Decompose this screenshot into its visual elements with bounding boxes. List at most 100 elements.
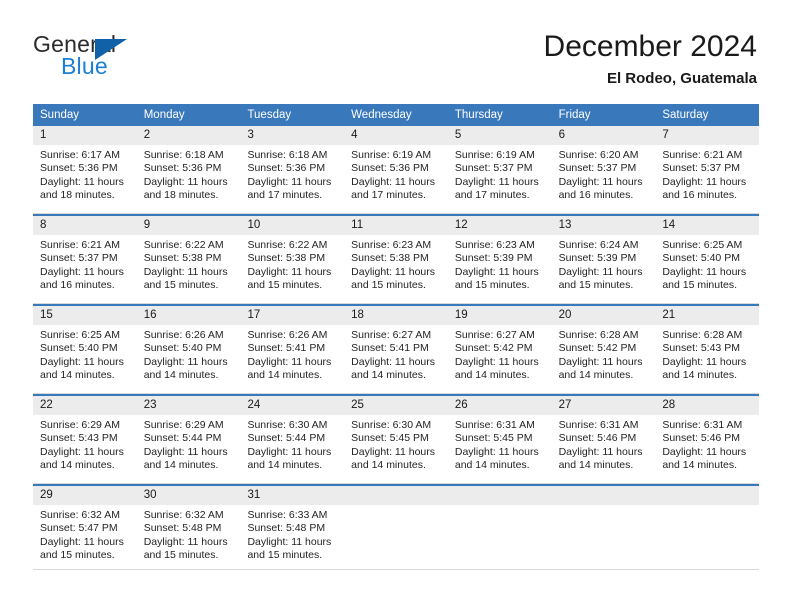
day-number: 19: [447, 306, 552, 325]
sunrise-text: Sunrise: 6:23 AM: [351, 239, 432, 251]
daylight-text-line2: and 15 minutes.: [143, 549, 219, 562]
day-number: 5: [447, 126, 552, 145]
day-info: Sunrise: 6:26 AM Sunset: 5:40 PM Dayligh…: [137, 325, 241, 389]
daylight-text-line1: Daylight: 11 hours: [351, 355, 436, 368]
sunrise-text: Sunrise: 6:29 AM: [40, 419, 120, 431]
sunset-text: Sunset: 5:47 PM: [40, 522, 118, 535]
day-cell[interactable]: 30 Sunrise: 6:32 AM Sunset: 5:48 PM Dayl…: [136, 486, 241, 570]
generalblue-logo[interactable]: General Blue: [33, 33, 233, 88]
sunset-text: Sunset: 5:41 PM: [351, 342, 429, 355]
day-cell[interactable]: 26 Sunrise: 6:31 AM Sunset: 5:45 PM Dayl…: [447, 396, 552, 484]
day-cell-empty: [551, 486, 656, 570]
daylight-text-line1: Daylight: 11 hours: [40, 445, 124, 458]
daylight-text-line1: Daylight: 11 hours: [351, 175, 436, 188]
day-cell[interactable]: 4 Sunrise: 6:19 AM Sunset: 5:36 PM Dayli…: [344, 126, 448, 214]
sunset-text: Sunset: 5:38 PM: [143, 252, 222, 265]
day-cell[interactable]: 24 Sunrise: 6:30 AM Sunset: 5:44 PM Dayl…: [240, 396, 345, 484]
day-info: Sunrise: 6:28 AM Sunset: 5:42 PM Dayligh…: [552, 325, 656, 389]
sunrise-text: Sunrise: 6:32 AM: [40, 509, 120, 521]
day-cell[interactable]: 13 Sunrise: 6:24 AM Sunset: 5:39 PM Dayl…: [551, 216, 656, 304]
daylight-text-line2: and 16 minutes.: [558, 189, 634, 202]
day-cell[interactable]: 9 Sunrise: 6:22 AM Sunset: 5:38 PM Dayli…: [136, 216, 241, 304]
day-number: 18: [344, 306, 448, 325]
sunrise-text: Sunrise: 6:33 AM: [247, 509, 328, 521]
daylight-text-line2: and 14 minutes.: [351, 369, 426, 382]
daylight-text-line1: Daylight: 11 hours: [454, 175, 539, 188]
day-number: [551, 486, 656, 505]
sunrise-text: Sunrise: 6:20 AM: [558, 149, 639, 161]
daylight-text-line2: and 18 minutes.: [143, 189, 219, 202]
daylight-text-line2: and 16 minutes.: [40, 279, 115, 292]
day-cell-empty: [447, 486, 552, 570]
day-cell[interactable]: 10 Sunrise: 6:22 AM Sunset: 5:38 PM Dayl…: [240, 216, 345, 304]
day-info: Sunrise: 6:29 AM Sunset: 5:44 PM Dayligh…: [137, 415, 241, 479]
day-cell[interactable]: 2 Sunrise: 6:18 AM Sunset: 5:36 PM Dayli…: [136, 126, 241, 214]
day-cell[interactable]: 25 Sunrise: 6:30 AM Sunset: 5:45 PM Dayl…: [344, 396, 448, 484]
day-cell[interactable]: 5 Sunrise: 6:19 AM Sunset: 5:37 PM Dayli…: [447, 126, 552, 214]
day-info: Sunrise: 6:19 AM Sunset: 5:37 PM Dayligh…: [448, 145, 552, 209]
sunrise-text: Sunrise: 6:29 AM: [143, 419, 224, 431]
calendar-grid: Sunday Monday Tuesday Wednesday Thursday…: [33, 104, 760, 570]
daylight-text-line2: and 14 minutes.: [247, 459, 323, 472]
daylight-text-line1: Daylight: 11 hours: [143, 445, 228, 458]
day-cell[interactable]: 7 Sunrise: 6:21 AM Sunset: 5:37 PM Dayli…: [655, 126, 760, 214]
day-cell[interactable]: 29 Sunrise: 6:32 AM Sunset: 5:47 PM Dayl…: [33, 486, 137, 570]
sunrise-text: Sunrise: 6:32 AM: [143, 509, 224, 521]
sunset-text: Sunset: 5:41 PM: [247, 342, 326, 355]
sunrise-text: Sunrise: 6:17 AM: [40, 149, 120, 161]
day-cell[interactable]: 15 Sunrise: 6:25 AM Sunset: 5:40 PM Dayl…: [33, 306, 137, 394]
daylight-text-line2: and 15 minutes.: [558, 279, 634, 292]
daylight-text-line2: and 17 minutes.: [454, 189, 530, 202]
daylight-text-line2: and 14 minutes.: [143, 459, 219, 472]
day-cell[interactable]: 21 Sunrise: 6:28 AM Sunset: 5:43 PM Dayl…: [655, 306, 760, 394]
day-cell[interactable]: 14 Sunrise: 6:25 AM Sunset: 5:40 PM Dayl…: [655, 216, 760, 304]
day-number: 6: [551, 126, 656, 145]
day-cell[interactable]: 19 Sunrise: 6:27 AM Sunset: 5:42 PM Dayl…: [447, 306, 552, 394]
sunset-text: Sunset: 5:36 PM: [143, 162, 222, 175]
day-cell[interactable]: 22 Sunrise: 6:29 AM Sunset: 5:43 PM Dayl…: [33, 396, 137, 484]
day-info: Sunrise: 6:30 AM Sunset: 5:45 PM Dayligh…: [344, 415, 448, 479]
daylight-text-line2: and 14 minutes.: [558, 369, 634, 382]
sunrise-text: Sunrise: 6:19 AM: [351, 149, 432, 161]
daylight-text-line1: Daylight: 11 hours: [40, 175, 124, 188]
day-cell[interactable]: 1 Sunrise: 6:17 AM Sunset: 5:36 PM Dayli…: [33, 126, 137, 214]
day-cell[interactable]: 31 Sunrise: 6:33 AM Sunset: 5:48 PM Dayl…: [240, 486, 345, 570]
sunrise-text: Sunrise: 6:31 AM: [558, 419, 639, 431]
day-number: 25: [344, 396, 448, 415]
day-info: Sunrise: 6:29 AM Sunset: 5:43 PM Dayligh…: [33, 415, 137, 479]
day-cell[interactable]: 27 Sunrise: 6:31 AM Sunset: 5:46 PM Dayl…: [551, 396, 656, 484]
day-info: Sunrise: 6:27 AM Sunset: 5:42 PM Dayligh…: [448, 325, 552, 389]
day-cell[interactable]: 28 Sunrise: 6:31 AM Sunset: 5:46 PM Dayl…: [655, 396, 760, 484]
sunrise-text: Sunrise: 6:22 AM: [247, 239, 328, 251]
day-cell[interactable]: 12 Sunrise: 6:23 AM Sunset: 5:39 PM Dayl…: [447, 216, 552, 304]
day-cell[interactable]: 6 Sunrise: 6:20 AM Sunset: 5:37 PM Dayli…: [551, 126, 656, 214]
day-cell[interactable]: 16 Sunrise: 6:26 AM Sunset: 5:40 PM Dayl…: [136, 306, 241, 394]
sunset-text: Sunset: 5:44 PM: [247, 432, 326, 445]
sunrise-text: Sunrise: 6:22 AM: [143, 239, 224, 251]
weekday-header-friday: Friday: [558, 109, 591, 121]
day-cell[interactable]: 3 Sunrise: 6:18 AM Sunset: 5:36 PM Dayli…: [240, 126, 345, 214]
page-header: General Blue December 2024 El Rodeo, Gua…: [0, 0, 792, 100]
daylight-text-line2: and 14 minutes.: [662, 459, 738, 472]
day-cell[interactable]: 17 Sunrise: 6:26 AM Sunset: 5:41 PM Dayl…: [240, 306, 345, 394]
day-number: 8: [33, 216, 137, 235]
day-cell[interactable]: 23 Sunrise: 6:29 AM Sunset: 5:44 PM Dayl…: [136, 396, 241, 484]
sunrise-text: Sunrise: 6:27 AM: [351, 329, 432, 341]
location-subtitle: El Rodeo, Guatemala: [606, 69, 757, 87]
sunset-text: Sunset: 5:39 PM: [454, 252, 533, 265]
daylight-text-line2: and 14 minutes.: [558, 459, 634, 472]
day-info: Sunrise: 6:20 AM Sunset: 5:37 PM Dayligh…: [552, 145, 656, 209]
calendar-page: General Blue December 2024 El Rodeo, Gua…: [0, 0, 792, 612]
day-cell[interactable]: 20 Sunrise: 6:28 AM Sunset: 5:42 PM Dayl…: [551, 306, 656, 394]
day-info: Sunrise: 6:27 AM Sunset: 5:41 PM Dayligh…: [344, 325, 448, 389]
daylight-text-line2: and 14 minutes.: [143, 369, 219, 382]
day-cell[interactable]: 11 Sunrise: 6:23 AM Sunset: 5:38 PM Dayl…: [344, 216, 448, 304]
daylight-text-line2: and 15 minutes.: [143, 279, 219, 292]
day-cell[interactable]: 8 Sunrise: 6:21 AM Sunset: 5:37 PM Dayli…: [33, 216, 137, 304]
day-number: 29: [33, 486, 137, 505]
day-cell[interactable]: 18 Sunrise: 6:27 AM Sunset: 5:41 PM Dayl…: [344, 306, 448, 394]
day-number: 31: [240, 486, 345, 505]
sunrise-text: Sunrise: 6:26 AM: [143, 329, 224, 341]
daylight-text-line1: Daylight: 11 hours: [40, 265, 124, 278]
daylight-text-line2: and 14 minutes.: [351, 459, 426, 472]
